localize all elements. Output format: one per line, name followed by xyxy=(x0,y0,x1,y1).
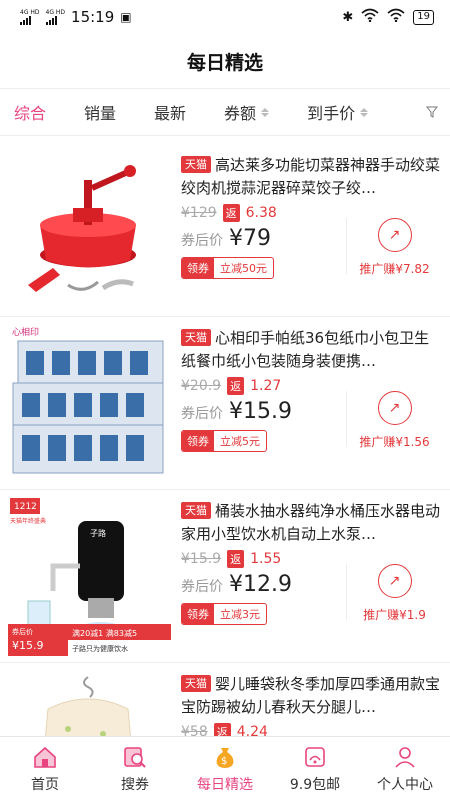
wifi-icon xyxy=(387,8,405,26)
product-list: 天猫 高达莱多功能切菜器神器手动绞菜绞肉机搅蒜泥器碎菜饺子绞… ¥129 返 6.… xyxy=(0,144,450,736)
share-icon: ↗ xyxy=(377,218,412,252)
rebate-badge: 返 xyxy=(213,723,231,736)
sort-sales[interactable]: 销量 xyxy=(84,100,116,124)
svg-text:满20减1 满83减5: 满20减1 满83减5 xyxy=(72,628,137,638)
share-icon: ↗ xyxy=(377,564,412,598)
rebate-amount: 1.27 xyxy=(250,378,282,394)
product-title: 天猫 桶装水抽水器纯净水桶压水器电动家用小型饮水机自动上水泵… xyxy=(181,502,441,543)
page-title: 每日精选 xyxy=(186,51,263,74)
coupon-tag[interactable]: 领券 立减50元 xyxy=(181,257,274,279)
sort-arrows-icon xyxy=(261,107,270,117)
product-card[interactable]: 1212 天猫年终盛典 子路 券后价 ¥15.9 满20减1 满83减5 子路只… xyxy=(0,490,450,663)
coupon-tag[interactable]: 领券 立减3元 xyxy=(181,603,267,625)
product-card[interactable]: 心相印 天猫 心相印手帕纸36包纸巾小包卫生纸餐巾纸小包装随身装便携… ¥20.9 xyxy=(0,317,450,490)
promote-button[interactable]: ↗ 推广赚¥7.82 xyxy=(346,218,442,276)
rebate-amount: 4.24 xyxy=(236,724,268,736)
signal-icon: 4G HD xyxy=(20,9,40,25)
product-image xyxy=(8,150,171,310)
signal-icon-2: 4G HD xyxy=(45,9,65,25)
after-coupon-label: 券后价 xyxy=(181,233,223,249)
tag-icon xyxy=(302,744,328,770)
original-price: ¥58 xyxy=(181,724,208,736)
svg-text:子路: 子路 xyxy=(90,528,106,538)
user-icon xyxy=(392,744,418,770)
sort-coupon-amount[interactable]: 券额 xyxy=(224,100,270,124)
svg-text:$: $ xyxy=(221,756,227,767)
sort-newest[interactable]: 最新 xyxy=(154,100,186,124)
final-price: ¥15.9 xyxy=(229,399,292,424)
after-coupon-label: 券后价 xyxy=(181,406,223,422)
tmall-badge: 天猫 xyxy=(181,156,211,173)
notification-icon: ▣ xyxy=(120,10,132,24)
original-price: ¥20.9 xyxy=(181,378,222,394)
sort-bar: 综合 销量 最新 券额 到手价 xyxy=(0,88,450,136)
rebate-badge: 返 xyxy=(222,204,240,222)
hotspot-icon xyxy=(361,8,379,26)
svg-text:¥15.9: ¥15.9 xyxy=(12,639,44,652)
bluetooth-icon: ✱ xyxy=(342,9,354,25)
svg-text:子路只为健康饮水: 子路只为健康饮水 xyxy=(72,644,128,653)
product-card[interactable]: 天猫 高达莱多功能切菜器神器手动绞菜绞肉机搅蒜泥器碎菜饺子绞… ¥129 返 6.… xyxy=(0,144,450,317)
search-coupon-icon xyxy=(122,744,148,770)
product-image xyxy=(8,669,171,736)
status-bar: 4G HD 4G HD 15:19 ▣ ✱ 19 xyxy=(0,0,450,34)
promote-button[interactable]: ↗ 推广赚¥1.9 xyxy=(346,564,442,622)
rebate-amount: 6.38 xyxy=(245,205,277,221)
tab-search-coupon[interactable]: 搜券 xyxy=(90,737,180,800)
tab-home[interactable]: 首页 xyxy=(0,737,90,800)
final-price: ¥79 xyxy=(229,226,271,251)
svg-text:天猫年终盛典: 天猫年终盛典 xyxy=(10,517,46,525)
original-price: ¥15.9 xyxy=(181,551,222,567)
home-icon xyxy=(32,744,58,770)
tab-daily-picks[interactable]: $ 每日精选 xyxy=(180,737,270,800)
product-image: 心相印 xyxy=(8,323,171,483)
rebate-amount: 1.55 xyxy=(250,551,282,567)
sort-comprehensive[interactable]: 综合 xyxy=(14,100,46,124)
product-title: 天猫 高达莱多功能切菜器神器手动绞菜绞肉机搅蒜泥器碎菜饺子绞… xyxy=(181,156,441,197)
promote-button[interactable]: ↗ 推广赚¥1.56 xyxy=(346,391,442,449)
product-image: 1212 天猫年终盛典 子路 券后价 ¥15.9 满20减1 满83减5 子路只… xyxy=(8,496,171,656)
money-bag-icon: $ xyxy=(212,744,238,770)
tmall-badge: 天猫 xyxy=(181,329,211,346)
clock: 15:19 xyxy=(71,8,115,26)
svg-text:心相印: 心相印 xyxy=(12,326,39,338)
bottom-tab-bar: 首页 搜券 $ 每日精选 9.9包邮 个人中心 xyxy=(0,736,450,800)
coupon-tag[interactable]: 领券 立减5元 xyxy=(181,430,267,452)
share-icon: ↗ xyxy=(377,391,412,425)
rebate-badge: 返 xyxy=(227,377,245,395)
original-price: ¥129 xyxy=(181,205,217,221)
product-card[interactable]: 天猫 婴儿睡袋秋冬季加厚四季通用款宝宝防踢被幼儿春秋天分腿儿… ¥58 返 4.2… xyxy=(0,663,450,736)
rebate-badge: 返 xyxy=(227,550,245,568)
tmall-badge: 天猫 xyxy=(181,675,211,692)
after-coupon-label: 券后价 xyxy=(181,579,223,595)
sort-arrows-icon xyxy=(360,107,369,117)
product-title: 天猫 婴儿睡袋秋冬季加厚四季通用款宝宝防踢被幼儿春秋天分腿儿… xyxy=(181,675,441,716)
svg-text:券后价: 券后价 xyxy=(12,627,33,636)
tab-free-shipping[interactable]: 9.9包邮 xyxy=(270,737,360,800)
filter-icon[interactable] xyxy=(425,103,439,122)
svg-text:1212: 1212 xyxy=(14,502,37,512)
tab-profile[interactable]: 个人中心 xyxy=(360,737,450,800)
final-price: ¥12.9 xyxy=(229,572,292,597)
product-title: 天猫 心相印手帕纸36包纸巾小包卫生纸餐巾纸小包装随身装便携… xyxy=(181,329,430,370)
sort-final-price[interactable]: 到手价 xyxy=(307,100,369,124)
battery-icon: 19 xyxy=(413,9,434,25)
tmall-badge: 天猫 xyxy=(181,502,211,519)
